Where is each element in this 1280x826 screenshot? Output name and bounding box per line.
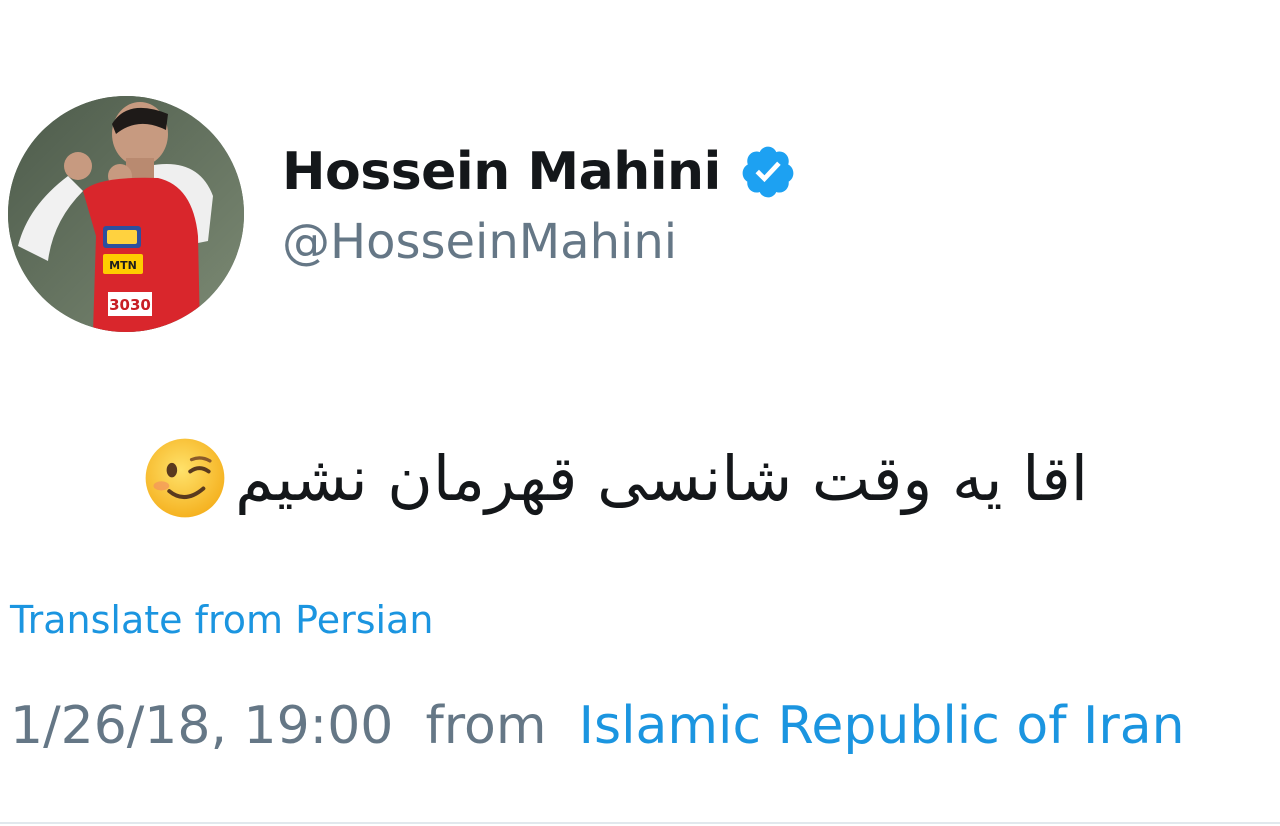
- avatar-photo: MTN 3030: [8, 96, 244, 332]
- tweet-text: اقا یه وقت شانسی قهرمان نشیم: [235, 441, 1088, 515]
- tweet-body: اقا یه وقت شانسی قهرمان نشیم: [143, 428, 1088, 528]
- display-name[interactable]: Hossein Mahini: [282, 142, 721, 202]
- avatar[interactable]: MTN 3030: [8, 96, 244, 332]
- divider: [0, 822, 1280, 824]
- verified-badge-icon: [739, 143, 797, 201]
- translate-link[interactable]: Translate from Persian: [10, 598, 433, 642]
- winking-face-emoji-icon: [143, 436, 227, 520]
- location-link[interactable]: Islamic Republic of Iran: [579, 696, 1185, 756]
- tweet-meta: 1/26/18, 19:00 from Islamic Republic of …: [10, 696, 1185, 756]
- tweet-detail: MTN 3030 Hossein Mahini @HosseinMahini ا…: [0, 0, 1280, 826]
- tweet-timestamp[interactable]: 1/26/18, 19:00: [10, 696, 393, 756]
- user-header[interactable]: Hossein Mahini: [282, 132, 797, 212]
- user-handle[interactable]: @HosseinMahini: [282, 214, 677, 270]
- from-label: from: [425, 696, 547, 756]
- svg-text:3030: 3030: [109, 296, 151, 314]
- svg-text:MTN: MTN: [109, 259, 137, 272]
